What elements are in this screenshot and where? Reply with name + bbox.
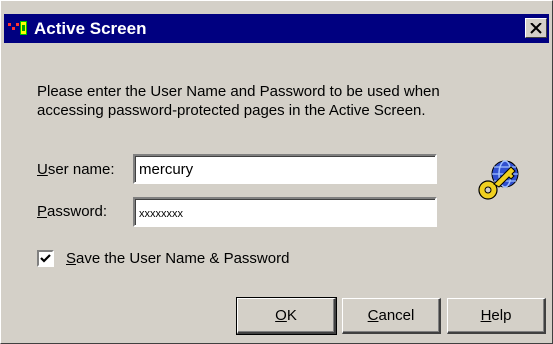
- save-credentials-label-rest: ave the User Name & Password: [76, 250, 290, 267]
- password-label: Password:: [37, 203, 107, 221]
- close-button[interactable]: [525, 18, 547, 38]
- username-label: User name:: [37, 161, 115, 179]
- instructions-text: Please enter the User Name and Password …: [37, 82, 517, 120]
- cancel-button-rest: ancel: [378, 307, 415, 324]
- title-bar[interactable]: Active Screen: [4, 14, 549, 43]
- ok-button-accel: O: [275, 307, 287, 324]
- help-button[interactable]: Help: [447, 298, 546, 334]
- ok-button-rest: K: [286, 307, 297, 324]
- active-screen-dialog: Active Screen Please enter the User Name…: [0, 0, 553, 344]
- mercury-app-icon: [8, 21, 27, 35]
- window-title: Active Screen: [34, 19, 147, 38]
- save-credentials-label-accel: S: [66, 250, 77, 267]
- help-button-rest: elp: [491, 307, 512, 324]
- globe-key-icon: [476, 158, 520, 202]
- save-credentials-checkbox[interactable]: [37, 250, 54, 267]
- ok-button[interactable]: OK: [236, 297, 337, 335]
- username-label-rest: ser name:: [47, 161, 115, 178]
- close-icon: [530, 22, 542, 34]
- help-button-accel: H: [480, 307, 492, 324]
- instructions-line-1: Please enter the User Name and Password …: [37, 83, 440, 100]
- password-input[interactable]: xxxxxxxx: [133, 197, 437, 227]
- username-label-accel: U: [37, 161, 48, 178]
- instructions-line-2: accessing password-protected pages in th…: [37, 102, 426, 119]
- save-credentials-label[interactable]: Save the User Name & Password: [66, 249, 289, 268]
- cancel-button[interactable]: Cancel: [342, 298, 441, 334]
- password-label-accel: P: [37, 203, 48, 220]
- checkmark-icon: [40, 254, 51, 263]
- username-input[interactable]: mercury: [133, 154, 437, 184]
- cancel-button-accel: C: [367, 307, 379, 324]
- password-label-rest: assword:: [47, 203, 108, 220]
